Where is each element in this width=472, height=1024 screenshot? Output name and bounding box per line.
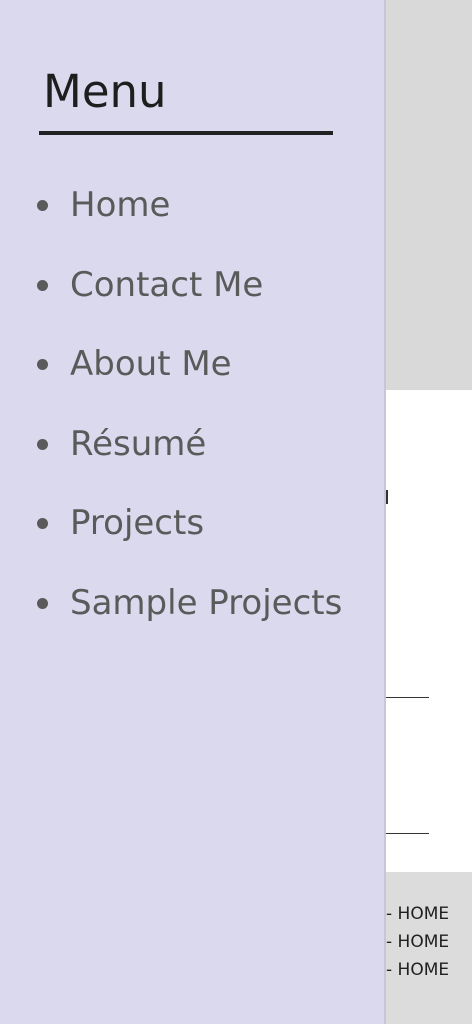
menu-item-resume[interactable]: Résumé xyxy=(0,409,386,489)
bullet-icon xyxy=(37,359,48,370)
menu-item-label: Projects xyxy=(70,503,205,543)
menu-item-projects[interactable]: Projects xyxy=(0,488,386,568)
menu-item-label: Contact Me xyxy=(70,264,264,305)
text-cursor-mark xyxy=(386,490,388,504)
menu-item-label: About Me xyxy=(70,344,232,384)
menu-item-about-me[interactable]: About Me xyxy=(0,329,386,409)
footer-link-home[interactable]: - HOME xyxy=(386,956,449,984)
menu-item-label: Résumé xyxy=(70,423,207,464)
side-menu-panel: Menu Home Contact Me About Me Résumé Pro… xyxy=(0,0,386,1024)
bullet-icon xyxy=(37,200,48,211)
content-divider xyxy=(386,697,429,698)
menu-item-label: Sample Projects xyxy=(70,582,343,623)
menu-title: Menu xyxy=(43,65,167,118)
bullet-icon xyxy=(37,438,48,450)
menu-item-home[interactable]: Home xyxy=(0,170,386,250)
content-divider xyxy=(386,833,429,834)
menu-item-label: Home xyxy=(70,185,171,225)
footer-link-home[interactable]: - HOME xyxy=(386,928,449,956)
menu-list: Home Contact Me About Me Résumé Projects… xyxy=(0,170,386,647)
bullet-icon xyxy=(37,597,48,609)
footer-link-home[interactable]: - HOME xyxy=(386,900,449,928)
menu-title-underline xyxy=(39,131,333,135)
menu-item-contact-me[interactable]: Contact Me xyxy=(0,250,386,330)
bullet-icon xyxy=(37,279,48,291)
footer-links: - HOME - HOME - HOME xyxy=(386,900,449,984)
bullet-icon xyxy=(37,518,48,529)
menu-item-sample-projects[interactable]: Sample Projects xyxy=(0,568,386,648)
